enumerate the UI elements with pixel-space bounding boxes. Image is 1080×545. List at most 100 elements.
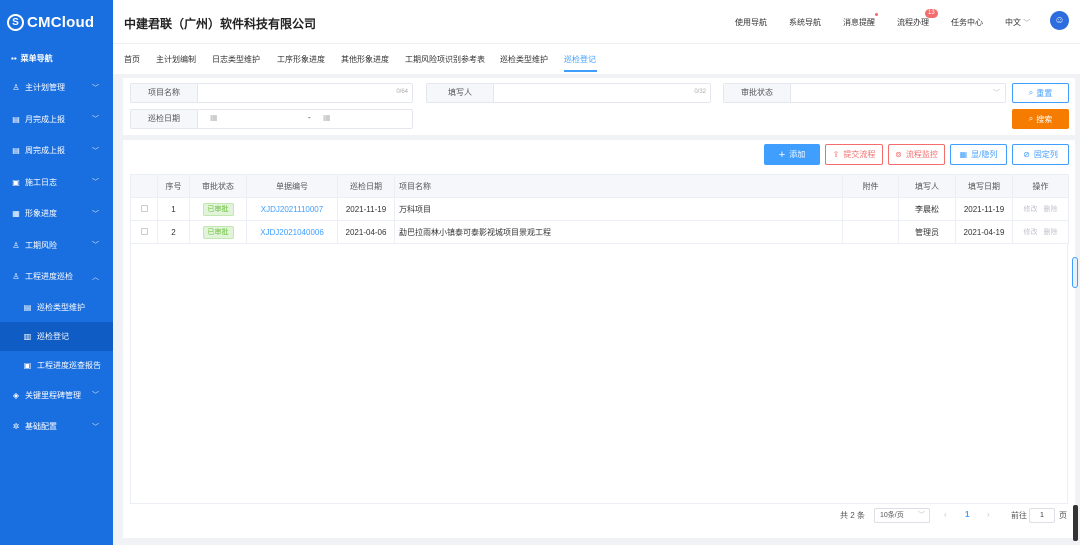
table-empty-area bbox=[130, 244, 1068, 504]
list-icon: ▤ bbox=[23, 302, 32, 312]
side-scroll-handle[interactable] bbox=[1072, 257, 1078, 288]
company-title: 中建君联（广州）软件科技有限公司 bbox=[124, 17, 317, 31]
fix-columns-button[interactable]: ⊘ 固定列 bbox=[1012, 144, 1069, 165]
tab-process-progress[interactable]: 工序形象进度 bbox=[277, 54, 325, 65]
document-code-link[interactable]: XJDJ2021040006 bbox=[260, 228, 324, 237]
report-icon: ▤ bbox=[12, 114, 20, 124]
sidebar-item-monthly-report[interactable]: ▤ 月完成上报 ﹀ bbox=[0, 104, 113, 136]
row-checkbox[interactable] bbox=[140, 204, 148, 212]
nav-process[interactable]: 流程办理 bbox=[897, 17, 929, 28]
sidebar-item-milestone[interactable]: ◈ 关键里程碑管理 ﹀ bbox=[0, 380, 113, 412]
approval-status-label: 审批状态 bbox=[724, 84, 791, 102]
row-date: 2021-04-06 bbox=[337, 220, 395, 244]
document-code-link[interactable]: XJDJ2021110007 bbox=[261, 205, 323, 214]
chevron-down-icon: ﹀ bbox=[92, 423, 99, 431]
search-icon: ⌕ bbox=[1028, 114, 1034, 123]
active-tab-indicator bbox=[564, 70, 597, 72]
page-unit-label: 页 bbox=[1059, 511, 1067, 520]
chevron-down-icon: ﹀ bbox=[92, 392, 99, 400]
avatar[interactable]: ☺ bbox=[1050, 11, 1069, 30]
tab-inspection-type[interactable]: 巡检类型维护 bbox=[500, 54, 548, 65]
delete-button[interactable]: 删除 bbox=[1044, 206, 1058, 213]
row-project: 勐巴拉雨林小镇泰可泰影视城项目景观工程 bbox=[394, 220, 843, 244]
delete-button[interactable]: 删除 bbox=[1044, 229, 1058, 236]
next-page-icon[interactable]: › bbox=[987, 510, 990, 519]
chevron-down-icon: ﹀ bbox=[92, 84, 99, 92]
sidebar-item-progress-inspection[interactable]: ♙ 工程进度巡检 ︿ bbox=[0, 261, 113, 293]
row-no: 1 bbox=[157, 197, 190, 221]
row-filler: 李晨松 bbox=[898, 197, 956, 221]
sidebar-item-weekly-report[interactable]: ▤ 周完成上报 ﹀ bbox=[0, 135, 113, 167]
sidebar-subitem-inspection-report[interactable]: ▣ 工程进度巡查报告 bbox=[0, 351, 113, 380]
monitor-flow-button[interactable]: ⊚ 流程监控 bbox=[888, 144, 945, 165]
filter-panel: 项目名称 0/64 填写人 0/32 审批状态 ﹀ ⌕ 重置 巡检日期 ▦ - ▦… bbox=[123, 78, 1075, 135]
top-header: 中建君联（广州）软件科技有限公司 使用导航 系统导航 消息提醒 流程办理 13 … bbox=[113, 0, 1080, 44]
inspection-date-range[interactable]: 巡检日期 ▦ - ▦ bbox=[130, 109, 413, 129]
row-code-cell: XJDJ2021040006 bbox=[246, 220, 338, 244]
main-panel: + 添加 ⇪ 提交流程 ⊚ 流程监控 ▦ 显/隐列 ⊘ 固定列 序号 审批状态 单据编号 … bbox=[123, 140, 1075, 538]
status-badge: 已审批 bbox=[202, 225, 234, 239]
row-attachment bbox=[842, 220, 899, 244]
pagination-total: 共 2 条 bbox=[840, 511, 865, 520]
current-page[interactable]: 1 bbox=[965, 510, 969, 519]
sidebar-item-schedule-risk[interactable]: ♙ 工期风险 ﹀ bbox=[0, 230, 113, 262]
edit-button[interactable]: 修改 bbox=[1024, 206, 1038, 213]
sidebar-item-master-plan[interactable]: ♙ 主计划管理 ﹀ bbox=[0, 72, 113, 104]
table-row[interactable]: 1 已审批 XJDJ2021110007 2021-11-19 万科项目 李晨松… bbox=[130, 197, 1069, 221]
filler-count: 0/32 bbox=[694, 89, 706, 95]
show-hide-columns-button[interactable]: ▦ 显/隐列 bbox=[950, 144, 1007, 165]
tab-log-type[interactable]: 日志类型维护 bbox=[212, 54, 260, 65]
col-header-attachment: 附件 bbox=[842, 174, 899, 198]
page-size-select[interactable]: 10条/页 ﹀ bbox=[874, 508, 930, 523]
org-icon: ♙ bbox=[12, 240, 20, 250]
row-checkbox[interactable] bbox=[140, 227, 148, 235]
tab-other-progress[interactable]: 其他形象进度 bbox=[341, 54, 389, 65]
add-button[interactable]: + 添加 bbox=[764, 144, 820, 165]
bottom-scroll-handle[interactable] bbox=[1073, 505, 1078, 541]
nav-system[interactable]: 系统导航 bbox=[789, 17, 821, 28]
gear-icon: ✲ bbox=[12, 422, 20, 432]
brand-logo[interactable]: S CMCloud bbox=[0, 0, 113, 44]
sidebar-header: ▪▪ 菜单导航 bbox=[0, 44, 113, 72]
sidebar-subitem-inspection-register[interactable]: ▥ 巡检登记 bbox=[0, 321, 113, 351]
sidebar-item-image-progress[interactable]: ▦ 形象进度 ﹀ bbox=[0, 198, 113, 230]
document-icon: ▥ bbox=[23, 331, 32, 341]
tab-inspection-register[interactable]: 巡检登记 bbox=[564, 54, 596, 65]
filler-field[interactable]: 填写人 0/32 bbox=[426, 83, 711, 103]
search-button[interactable]: ⌕ 搜索 bbox=[1012, 109, 1069, 129]
user-icon: ☺ bbox=[1054, 15, 1065, 26]
goto-label: 前往 bbox=[1011, 511, 1027, 520]
tab-risk-reference[interactable]: 工期风险项识别参考表 bbox=[405, 54, 485, 65]
project-name-label: 项目名称 bbox=[131, 84, 198, 102]
project-name-field[interactable]: 项目名称 0/64 bbox=[130, 83, 413, 103]
nav-usage-guide[interactable]: 使用导航 bbox=[735, 17, 767, 28]
chevron-down-icon: ﹀ bbox=[92, 116, 99, 124]
show-hide-label: 显/隐列 bbox=[971, 150, 998, 159]
sidebar-item-base-config[interactable]: ✲ 基础配置 ﹀ bbox=[0, 411, 113, 443]
edit-button[interactable]: 修改 bbox=[1024, 229, 1038, 236]
sidebar-item-label: 周完成上报 bbox=[25, 146, 65, 156]
language-select[interactable]: 中文 ﹀ bbox=[1005, 17, 1030, 28]
menu-grid-icon: ▪▪ bbox=[11, 53, 17, 63]
nav-task-center[interactable]: 任务中心 bbox=[951, 17, 983, 28]
fix-columns-label: 固定列 bbox=[1033, 150, 1058, 159]
nav-messages[interactable]: 消息提醒 bbox=[843, 17, 875, 28]
org-icon: ♙ bbox=[12, 83, 20, 93]
tab-home[interactable]: 首页 bbox=[124, 54, 140, 65]
log-icon: ▣ bbox=[12, 177, 20, 187]
search-icon: ⌕ bbox=[1028, 88, 1034, 97]
sidebar-item-label: 施工日志 bbox=[25, 177, 57, 187]
table-row[interactable]: 2 已审批 XJDJ2021040006 2021-04-06 勐巴拉雨林小镇泰… bbox=[130, 220, 1069, 244]
grid-icon: ▦ bbox=[959, 150, 968, 159]
submit-flow-button[interactable]: ⇪ 提交流程 bbox=[825, 144, 883, 165]
sidebar-subitem-inspection-type[interactable]: ▤ 巡检类型维护 bbox=[0, 293, 113, 322]
reset-button[interactable]: ⌕ 重置 bbox=[1012, 83, 1069, 103]
approval-status-select[interactable]: 审批状态 ﹀ bbox=[723, 83, 1006, 103]
pin-icon: ⊘ bbox=[1023, 150, 1030, 159]
sidebar-item-construction-log[interactable]: ▣ 施工日志 ﹀ bbox=[0, 167, 113, 199]
col-header-project: 项目名称 bbox=[394, 174, 843, 198]
row-fill-date: 2021-04-19 bbox=[955, 220, 1013, 244]
prev-page-icon[interactable]: ‹ bbox=[944, 510, 947, 519]
tab-master-plan[interactable]: 主计划编制 bbox=[156, 54, 196, 65]
goto-page-input[interactable]: 1 bbox=[1029, 508, 1055, 523]
